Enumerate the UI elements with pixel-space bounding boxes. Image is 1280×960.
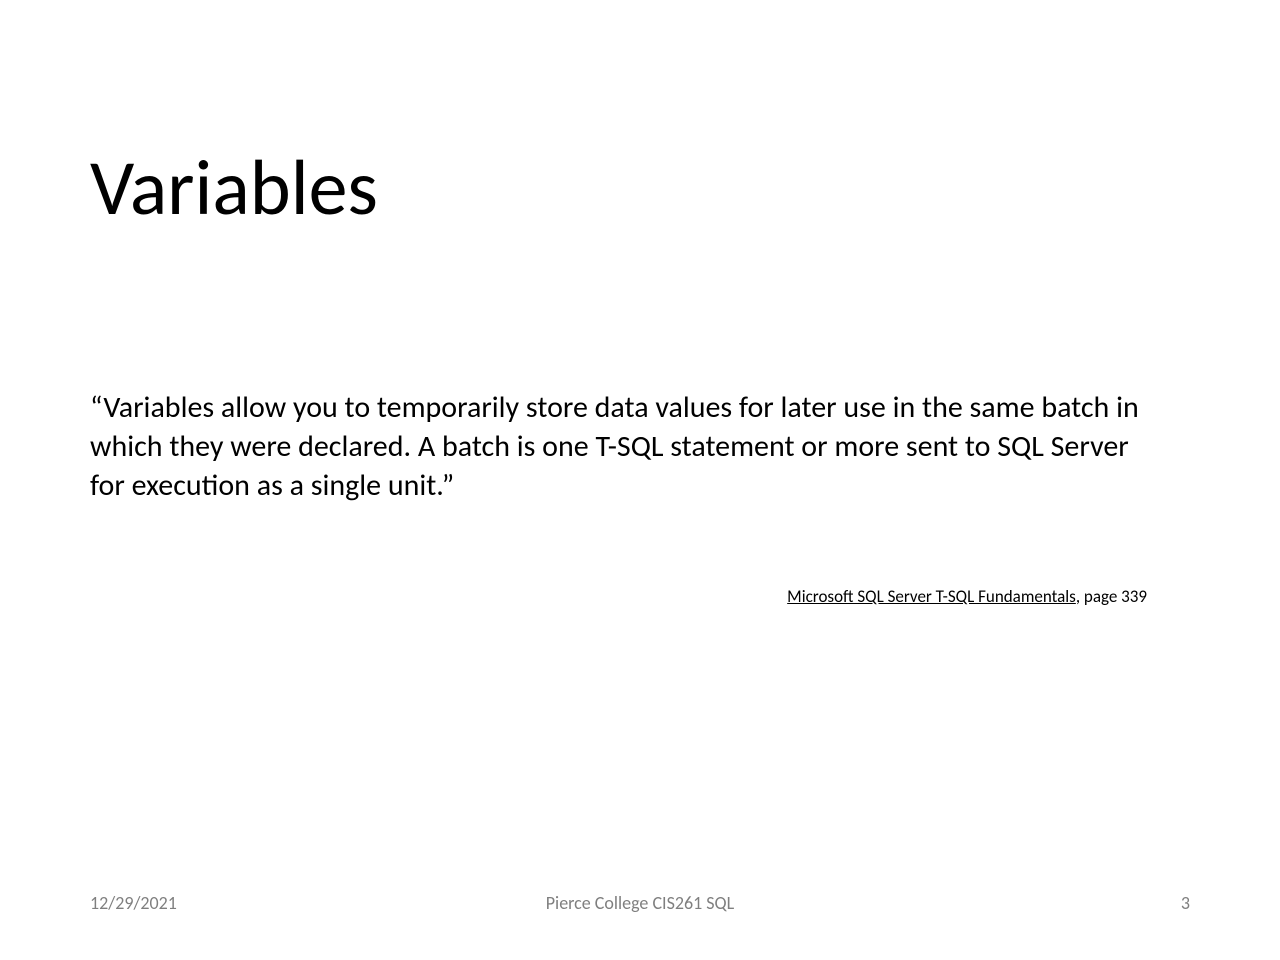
slide-container: Variables “Variables allow you to tempor…	[0, 0, 1280, 960]
slide-body-text: “Variables allow you to temporarily stor…	[90, 388, 1150, 505]
footer-page-number: 3	[1181, 892, 1190, 914]
citation: Microsoft SQL Server T-SQL Fundamentals,…	[787, 586, 1147, 607]
footer-date: 12/29/2021	[90, 892, 177, 914]
citation-source: Microsoft SQL Server T-SQL Fundamentals	[787, 586, 1076, 607]
citation-page: , page 339	[1076, 586, 1147, 607]
slide-title: Variables	[90, 140, 378, 235]
footer-center: Pierce College CIS261 SQL	[546, 892, 734, 914]
